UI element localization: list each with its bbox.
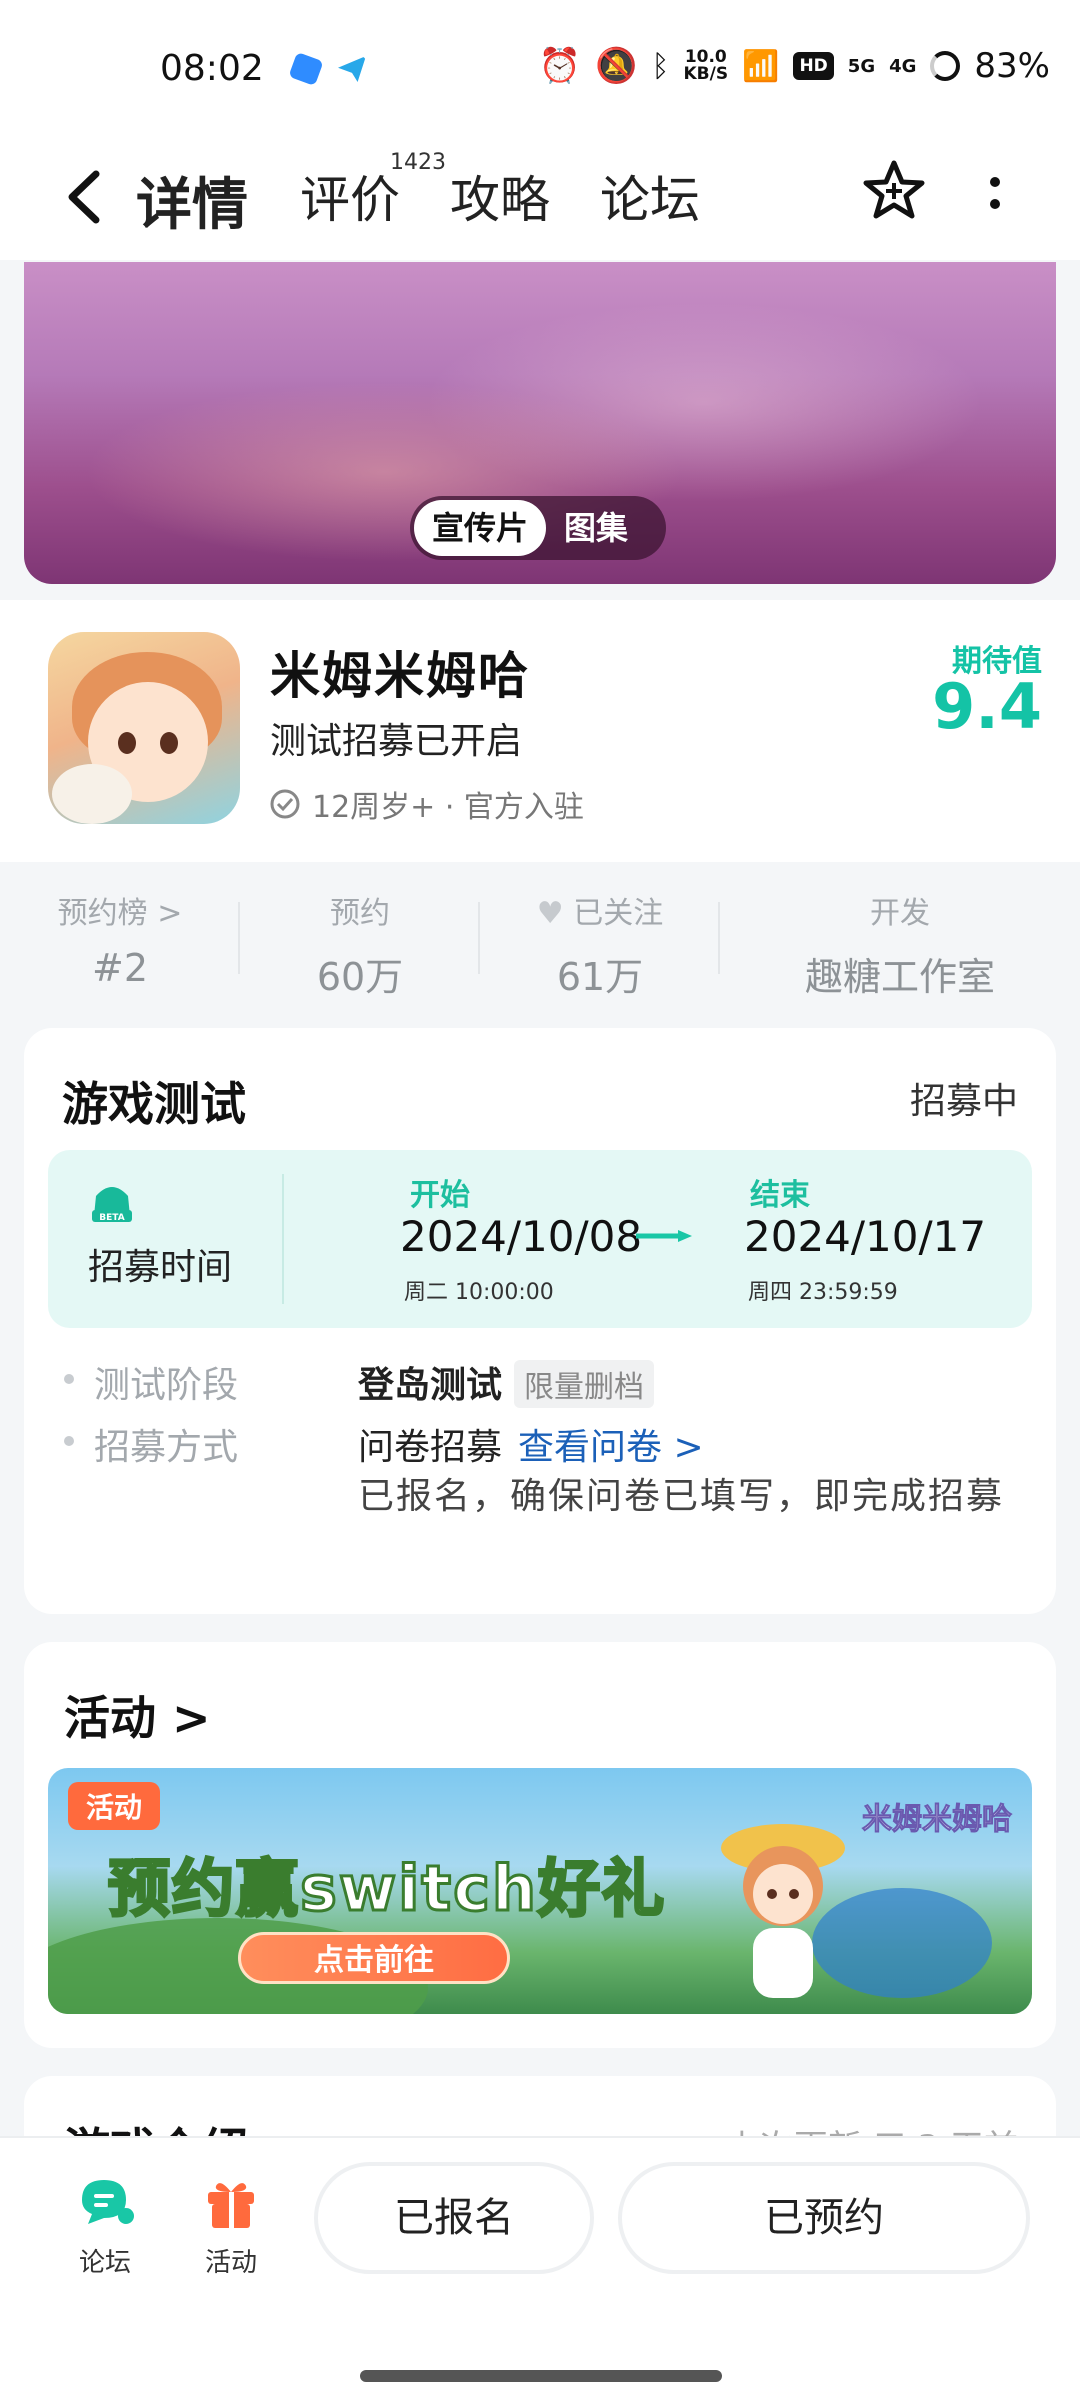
signal-5g-icon: 5G (847, 55, 876, 77)
start-label: 开始 (410, 1178, 470, 1213)
app-icon (48, 632, 240, 824)
stat-followed[interactable]: ♥ 已关注 61万 (480, 862, 720, 1012)
media-segment-control: 宣传片 图集 (410, 496, 666, 560)
tab-guides[interactable]: 攻略 (450, 160, 550, 232)
status-time: 08:02 (160, 48, 264, 89)
svg-text:BETA: BETA (99, 1213, 124, 1223)
test-stage-value: 登岛测试 (358, 1365, 503, 1406)
stats-row: 预约榜 > #2 预约 60万 ♥ 已关注 61万 开发 趣糖工作室 (0, 862, 1080, 1012)
recruit-method-row: 招募方式 问卷招募 查看问卷 > (64, 1410, 1024, 1472)
gift-icon (208, 2183, 254, 2228)
game-test-card: 游戏测试 招募中 BETA 招募时间 开始 2024/10/08 周二 10:0… (24, 1028, 1056, 1614)
battery-level: 83% (974, 46, 1050, 86)
end-date: 2024/10/17 (744, 1212, 987, 1261)
tab-details[interactable]: 详情 (136, 160, 252, 241)
wifi-icon: 📶 (742, 48, 780, 84)
activity-tag: 活动 (68, 1782, 161, 1830)
home-indicator[interactable] (360, 2370, 722, 2382)
test-stage-row: 测试阶段 登岛测试 限量删档 (64, 1348, 1024, 1410)
character-illustration (721, 1824, 845, 1998)
arrow-right-icon (636, 1230, 692, 1242)
status-icons: ⏰ 🔕 ᛒ 10.0 KB/S 📶 HD 5G 4G 83% (539, 46, 1050, 86)
status-bar: 08:02 ⏰ 🔕 ᛒ 10.0 KB/S 📶 HD 5G 4G 83% (0, 0, 1080, 140)
battery-icon (930, 51, 961, 81)
signup-note: 已报名，确保问卷已填写，即完成招募 (358, 1476, 1005, 1517)
end-time: 周四 23:59:59 (748, 1280, 898, 1305)
top-nav: 详情 评价 1423 攻略 论坛 (0, 140, 1080, 260)
mute-icon: 🔕 (595, 46, 638, 86)
age-rating-text: 12周岁+ · 官方入驻 (312, 790, 584, 825)
app-meta: 12周岁+ · 官方入驻 (268, 782, 584, 826)
start-date: 2024/10/08 (400, 1212, 643, 1261)
telegram-icon (338, 56, 366, 82)
activity-banner[interactable]: 活动 预约赢switch好礼 点击前往 米姆米姆哈 (48, 1768, 1032, 2014)
segment-gallery[interactable]: 图集 (546, 500, 646, 556)
recruit-status: 招募中 (909, 1081, 1018, 1122)
hd-icon: HD (793, 52, 834, 80)
app-header: 米姆米姆哈 测试招募已开启 12周岁+ · 官方入驻 期待值 9.4 (0, 600, 1080, 862)
start-time: 周二 10:00:00 (404, 1280, 554, 1305)
recruit-method-value: 问卷招募 (358, 1427, 503, 1468)
view-questionnaire-link[interactable]: 查看问卷 > (518, 1427, 704, 1468)
activity-banner-title: 预约赢switch好礼 (107, 1851, 666, 1927)
network-speed: 10.0 KB/S (683, 47, 729, 84)
bottom-action-bar: 论坛 活动 已报名 已预约 (0, 2136, 1080, 2400)
recruit-time-panel: BETA 招募时间 开始 2024/10/08 周二 10:00:00 结束 2… (48, 1150, 1032, 1328)
stat-reservations: 预约 60万 (240, 862, 480, 1012)
reserved-button[interactable]: 已预约 (618, 2162, 1030, 2274)
activity-title[interactable]: 活动 > (64, 1682, 211, 1748)
test-stage-tag: 限量删档 (514, 1360, 655, 1408)
game-logo: 米姆米姆哈 (862, 1802, 1013, 1838)
activity-button[interactable]: 活动 (176, 2172, 286, 2279)
beta-icon: BETA (92, 1187, 132, 1223)
heart-icon: ♥ (536, 896, 564, 931)
segment-trailer[interactable]: 宣传片 (414, 500, 547, 556)
app-subtitle: 测试招募已开启 (270, 721, 523, 762)
stat-developer[interactable]: 开发 趣糖工作室 (720, 862, 1080, 1012)
more-menu-icon[interactable] (980, 164, 1010, 224)
forum-button[interactable]: 论坛 (50, 2172, 160, 2279)
go-now-button[interactable]: 点击前往 (238, 1932, 510, 1984)
hero-banner[interactable]: 宣传片 图集 (24, 262, 1056, 584)
signal-4g-icon: 4G (889, 55, 917, 77)
activity-card: 活动 > 活动 预约赢switch好礼 点击前往 米姆米姆哈 (24, 1642, 1056, 2048)
section-title: 游戏测试 (62, 1077, 246, 1131)
app-notification-icon (288, 51, 324, 87)
test-info: 测试阶段 登岛测试 限量删档 招募方式 问卷招募 查看问卷 > 已报名，确保问卷已填… (64, 1348, 1024, 1517)
reviews-count-badge: 1423 (390, 150, 446, 175)
back-arrow-icon[interactable] (56, 162, 116, 232)
expectation-score: 9.4 (932, 670, 1042, 743)
favorite-star-icon[interactable] (862, 158, 926, 222)
tab-forum[interactable]: 论坛 (600, 160, 700, 232)
alarm-icon: ⏰ (538, 46, 582, 86)
recruit-method-key: 招募方式 (94, 1427, 239, 1468)
forum-icon (82, 2180, 134, 2224)
test-stage-key: 测试阶段 (94, 1365, 239, 1406)
verified-check-icon (270, 789, 300, 819)
tab-reviews[interactable]: 评价 (300, 160, 400, 232)
signed-up-button[interactable]: 已报名 (314, 2162, 594, 2274)
recruit-time-label: 招募时间 (88, 1247, 233, 1288)
stat-rank[interactable]: 预约榜 > #2 (0, 862, 240, 1012)
bluetooth-icon: ᛒ (651, 48, 670, 84)
end-label: 结束 (750, 1178, 810, 1213)
app-title: 米姆米姆哈 (270, 647, 530, 705)
